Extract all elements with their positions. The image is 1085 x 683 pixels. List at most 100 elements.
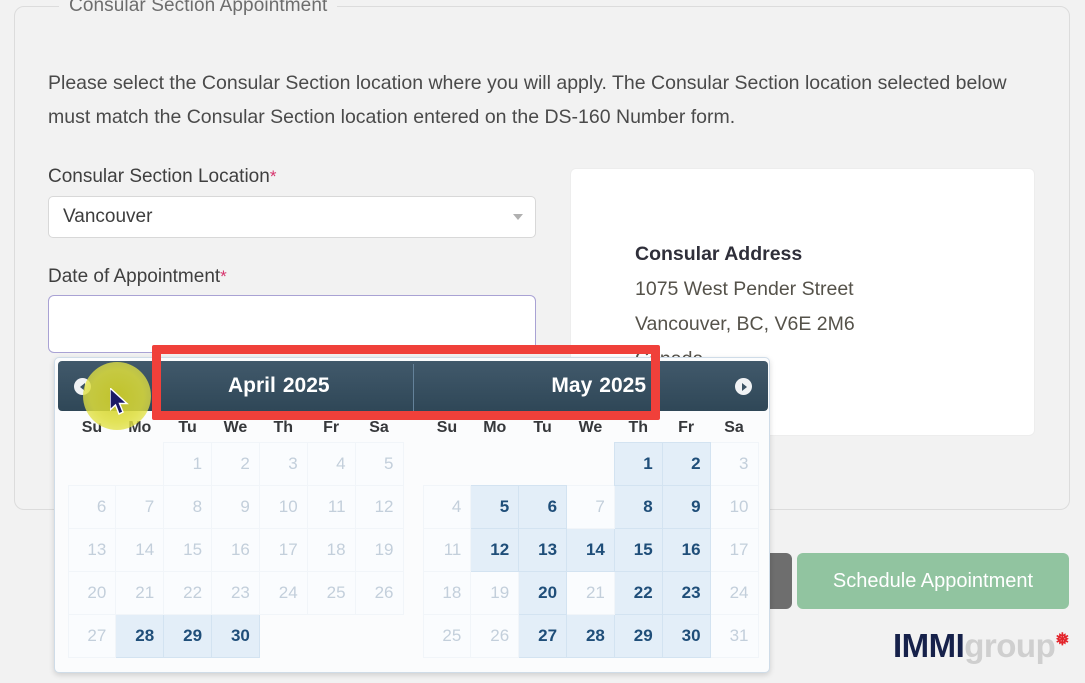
weekday-we: We — [223, 418, 248, 436]
calendar-day-april-20: 20 — [67, 570, 117, 615]
calendar-day-april-27: 27 — [67, 613, 117, 658]
chevron-right-icon[interactable] — [735, 378, 752, 395]
calendar-day-april-6: 6 — [67, 484, 117, 529]
calendar-day-april-4: 4 — [306, 441, 356, 486]
calendar-day-may-15[interactable]: 15 — [613, 527, 663, 572]
weekday-su: Su — [436, 419, 458, 436]
calendar-day-april-17: 17 — [258, 527, 308, 572]
calendar-day-may-22[interactable]: 22 — [613, 570, 663, 615]
calendar-day-may-25: 25 — [422, 613, 472, 658]
location-required-asterisk: * — [269, 167, 277, 186]
calendar-day-may-8[interactable]: 8 — [613, 484, 663, 529]
consular-address-title: Consular Address — [635, 243, 803, 265]
date-picker-header: April 2025 May 2025 — [58, 361, 768, 414]
calendar-day-may-12[interactable]: 12 — [470, 527, 520, 572]
month-title-left: April 2025 — [228, 374, 330, 398]
calendar-body-left[interactable]: 1 2 3 4 5 6 7 8 9 10 11 12 13 14 15 16 17 18 19 20 21 22 23 24 2… — [67, 441, 404, 658]
calendar-day-april-24: 24 — [258, 570, 308, 615]
calendar-day-april-25: 25 — [306, 570, 356, 615]
calendar-day-may-14[interactable]: 14 — [566, 527, 615, 572]
intro-paragraph: Please select the Consular Section locat… — [48, 66, 1048, 134]
app-screen: Consular Section Appointment Please sele… — [0, 0, 1085, 683]
calendar-week-row: 11 12 13 14 15 16 17 — [422, 527, 759, 572]
month-panel-right: Su Mo Tu We Th Fr Sa 1 2 3 4 5 6 7 8 9 10 11 12 13 14 15 16 17… — [413, 414, 768, 658]
logo-group-text: group — [964, 627, 1056, 664]
schedule-appointment-label: Schedule Appointment — [832, 569, 1034, 592]
date-picker-months: Su Mo Tu We Th Fr Sa 1 2 3 4 5 6 7 8 9 10 11 12 13 14 15 16 17… — [58, 414, 768, 658]
month-divider — [413, 364, 414, 414]
calendar-day-april-19: 19 — [354, 527, 404, 572]
calendar-day-april-3: 3 — [258, 441, 308, 486]
month-name-left: April — [228, 374, 276, 397]
mouse-cursor-icon — [109, 386, 130, 418]
calendar-day-empty — [423, 442, 471, 485]
weekday-we: We — [578, 419, 603, 436]
month-title-right: May 2025 — [551, 374, 646, 398]
calendar-day-may-16[interactable]: 16 — [661, 527, 711, 572]
weekday-th: Th — [628, 418, 649, 436]
calendar-day-may-5[interactable]: 5 — [470, 484, 520, 529]
fieldset-legend: Consular Section Appointment — [59, 0, 338, 17]
calendar-day-may-13[interactable]: 13 — [518, 527, 568, 572]
calendar-day-may-28[interactable]: 28 — [566, 613, 615, 658]
calendar-body-right[interactable]: 1 2 3 4 5 6 7 8 9 10 11 12 13 14 15 16 17 18 19 20 21 22 23 24 2… — [422, 441, 759, 658]
calendar-day-april-30[interactable]: 30 — [211, 613, 260, 658]
date-required-asterisk: * — [220, 267, 227, 286]
calendar-day-may-9[interactable]: 9 — [661, 484, 711, 529]
calendar-day-may-4: 4 — [422, 484, 472, 529]
calendar-day-may-18: 18 — [422, 570, 472, 615]
immigroup-logo: IMMIgroup❅ — [892, 627, 1070, 665]
maple-leaf-icon: ❅ — [1055, 630, 1069, 649]
calendar-day-may-6[interactable]: 6 — [518, 484, 568, 529]
calendar-day-empty — [355, 614, 403, 657]
calendar-day-may-27[interactable]: 27 — [518, 613, 568, 658]
date-picker-popup[interactable]: April 2025 May 2025 Su Mo Tu We Th Fr Sa 1234567… — [54, 357, 770, 673]
calendar-day-may-1[interactable]: 1 — [613, 441, 663, 486]
calendar-day-may-29[interactable]: 29 — [613, 613, 663, 658]
consular-address-line-1: 1075 West Pender Street — [635, 278, 854, 300]
calendar-day-april-18: 18 — [306, 527, 356, 572]
calendar-day-april-23: 23 — [211, 570, 260, 615]
calendar-day-april-7: 7 — [115, 484, 165, 529]
calendar-day-april-29[interactable]: 29 — [163, 613, 213, 658]
calendar-table-right[interactable]: Su Mo Tu We Th Fr Sa 1 2 3 4 5 6 7 8 9 10 11 12 13 14 15 16 17… — [422, 414, 759, 658]
weekday-sa: Sa — [369, 418, 389, 436]
calendar-week-row: 4 5 6 7 8 9 10 — [422, 484, 759, 529]
calendar-day-may-21: 21 — [566, 570, 615, 615]
date-of-appointment-input[interactable] — [48, 295, 536, 353]
calendar-day-may-31: 31 — [709, 613, 759, 658]
location-field-label: Consular Section Location* — [48, 166, 276, 188]
calendar-day-april-11: 11 — [306, 484, 356, 529]
calendar-day-empty — [116, 442, 164, 485]
month-year-left: 2025 — [282, 374, 330, 397]
calendar-day-may-23[interactable]: 23 — [661, 570, 711, 615]
calendar-day-may-30[interactable]: 30 — [661, 613, 711, 658]
consular-location-value: Vancouver — [63, 206, 153, 227]
calendar-day-april-12: 12 — [354, 484, 404, 529]
weekday-header-row: Su Mo Tu We Th Fr Sa — [423, 414, 758, 442]
calendar-week-row: 12345 — [68, 441, 404, 486]
calendar-day-empty — [567, 442, 615, 485]
consular-location-select[interactable]: Vancouver — [48, 196, 536, 238]
calendar-day-april-9: 9 — [211, 484, 260, 529]
calendar-week-row: 20 21 22 23 24 25 26 — [67, 570, 404, 615]
weekday-sa: Sa — [724, 418, 744, 436]
calendar-day-may-24: 24 — [709, 570, 759, 615]
chevron-down-icon[interactable] — [513, 214, 523, 220]
calendar-table-left[interactable]: Su Mo Tu We Th Fr Sa 1 2 3 4 5 6 7 8 9 10 11 12 13 14 15 16 17… — [67, 414, 404, 658]
calendar-day-april-28[interactable]: 28 — [115, 613, 165, 658]
consular-address-line-2: Vancouver, BC, V6E 2M6 — [635, 313, 855, 335]
calendar-day-may-20[interactable]: 20 — [518, 570, 568, 615]
calendar-day-april-2: 2 — [211, 441, 260, 486]
calendar-week-row: 123 — [423, 441, 759, 486]
weekday-mo: Mo — [483, 419, 507, 436]
month-panel-left: Su Mo Tu We Th Fr Sa 1 2 3 4 5 6 7 8 9 10 11 12 13 14 15 16 17… — [58, 414, 413, 658]
calendar-day-may-2[interactable]: 2 — [661, 441, 711, 486]
calendar-day-april-1: 1 — [163, 441, 213, 486]
calendar-week-row: 18 19 20 21 22 23 24 — [422, 570, 759, 615]
calendar-day-empty — [307, 614, 355, 657]
calendar-day-april-16: 16 — [211, 527, 260, 572]
calendar-day-empty — [259, 614, 307, 657]
schedule-appointment-button[interactable]: Schedule Appointment — [797, 553, 1069, 609]
logo-immi-text: IMMI — [892, 627, 965, 664]
